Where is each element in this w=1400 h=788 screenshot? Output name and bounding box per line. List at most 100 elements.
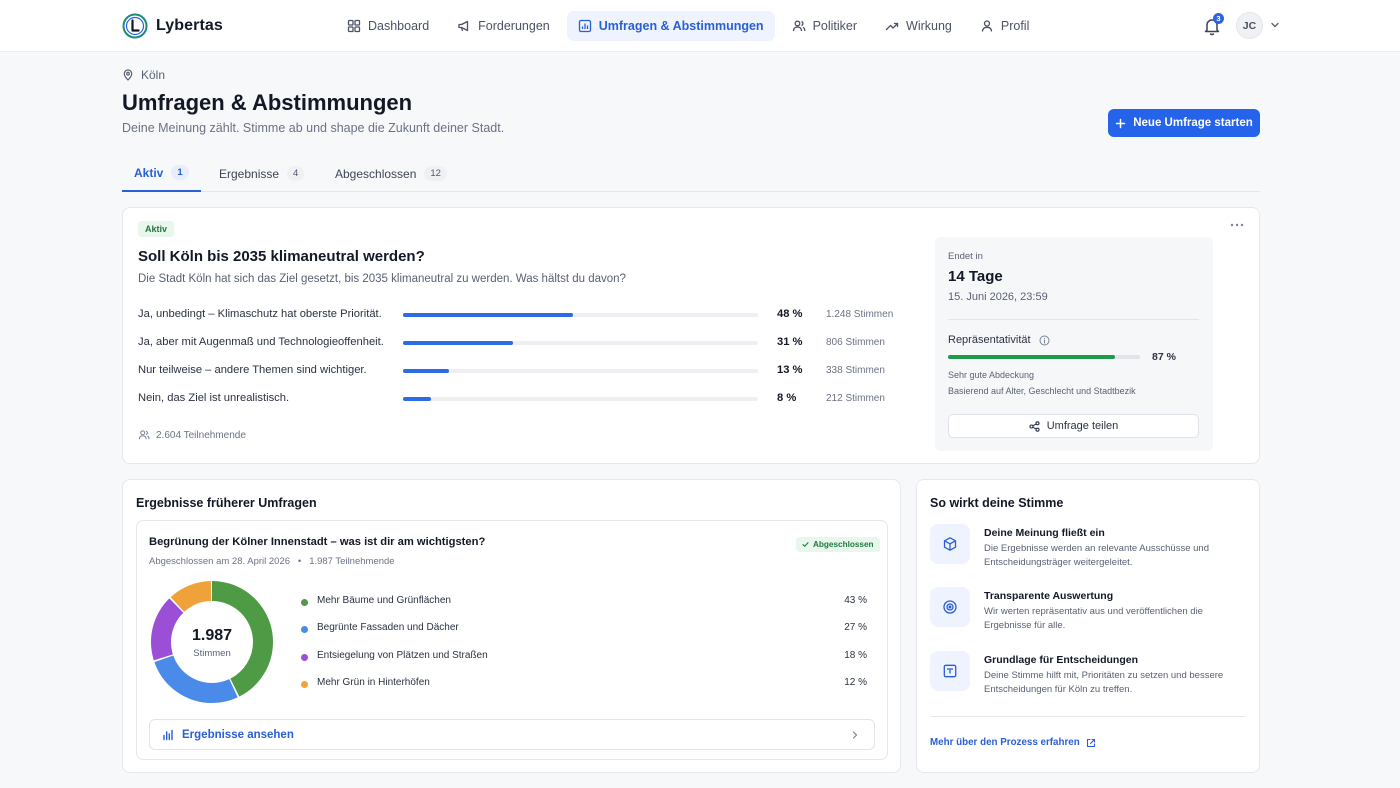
location-label: Köln bbox=[141, 68, 166, 82]
lybertas-logo-icon bbox=[122, 13, 148, 39]
tab-label: Aktiv bbox=[134, 165, 164, 180]
notification-count-badge: 3 bbox=[1213, 13, 1224, 24]
nav-label: Umfragen & Abstimmungen bbox=[598, 19, 764, 33]
past-poll-participants: 1.987 Teilnehmende bbox=[309, 556, 395, 567]
legend-percent: 18 % bbox=[844, 650, 867, 661]
option-progress-track bbox=[403, 397, 758, 401]
users-icon bbox=[792, 20, 806, 32]
impact-icon-box bbox=[930, 524, 970, 564]
legend-dot bbox=[301, 599, 308, 606]
poll-question: Soll Köln bis 2035 klimaneutral werden? bbox=[138, 248, 425, 265]
impact-icon-box bbox=[930, 651, 970, 691]
option-progress-bar bbox=[403, 341, 514, 345]
board-icon bbox=[943, 664, 957, 678]
avatar[interactable]: JC bbox=[1236, 12, 1263, 39]
plus-icon bbox=[1115, 118, 1126, 128]
more-options-icon[interactable] bbox=[1229, 220, 1245, 230]
poll-option[interactable]: Nein, das Ziel ist unrealistisch. 8 % 21… bbox=[138, 392, 918, 406]
chevron-down-icon[interactable] bbox=[1270, 20, 1280, 30]
option-label: Nein, das Ziel ist unrealistisch. bbox=[138, 392, 290, 404]
status-badge: Aktiv bbox=[138, 221, 175, 237]
option-votes: 338 Stimmen bbox=[826, 365, 885, 376]
legend-percent: 12 % bbox=[844, 677, 867, 688]
poll-option[interactable]: Ja, unbedingt – Klimaschutz hat oberste … bbox=[138, 308, 918, 322]
poll-description: Die Stadt Köln hat sich das Ziel gesetzt… bbox=[138, 273, 626, 285]
nav-item-dashboard[interactable]: Dashboard bbox=[336, 11, 440, 41]
representativity-quality: Sehr gute Abdeckung bbox=[948, 370, 1035, 380]
poll-tabs: Aktiv 1 Ergebnisse 4 Abgeschlossen 12 bbox=[122, 155, 1260, 192]
impact-item: Deine Meinung fließt ein Die Ergebnisse … bbox=[930, 524, 1250, 574]
past-poll-question: Begrünung der Kölner Innenstadt – was is… bbox=[149, 536, 486, 548]
impact-title: So wirkt deine Stimme bbox=[930, 496, 1064, 510]
user-icon bbox=[981, 20, 993, 32]
poll-info-panel: Endet in 14 Tage 15. Juni 2026, 23:59 Re… bbox=[935, 237, 1213, 451]
page-title: Umfragen & Abstimmungen bbox=[122, 90, 413, 115]
bar-chart-icon bbox=[163, 729, 173, 740]
nav-item-politiker[interactable]: Politiker bbox=[781, 11, 868, 41]
trend-icon bbox=[885, 22, 899, 31]
new-poll-button-label: Neue Umfrage starten bbox=[1133, 117, 1253, 129]
view-results-label: Ergebnisse ansehen bbox=[182, 728, 294, 741]
process-info-link[interactable]: Mehr über den Prozess erfahren bbox=[930, 737, 1096, 748]
process-link-label: Mehr über den Prozess erfahren bbox=[930, 737, 1080, 748]
legend-label: Mehr Bäume und Grünflächen bbox=[317, 595, 451, 606]
new-poll-button[interactable]: Neue Umfrage starten bbox=[1108, 109, 1260, 137]
divider bbox=[948, 319, 1199, 320]
past-poll-closed-date: Abgeschlossen am 28. April 2026 bbox=[149, 556, 291, 567]
tab-ergebnisse[interactable]: Ergebnisse 4 bbox=[219, 155, 305, 192]
brand[interactable]: Lybertas bbox=[122, 13, 223, 39]
donut-total-label: Stimmen bbox=[193, 648, 231, 659]
nav-label: Wirkung bbox=[906, 19, 952, 33]
page-subtitle: Deine Meinung zählt. Stimme ab und shape… bbox=[122, 121, 505, 135]
tab-aktiv[interactable]: Aktiv 1 bbox=[122, 155, 201, 192]
tab-count-badge: 12 bbox=[424, 166, 447, 181]
chevron-right-icon bbox=[852, 731, 858, 739]
nav-item-umfragen[interactable]: Umfragen & Abstimmungen bbox=[566, 11, 775, 41]
impact-icon-box bbox=[930, 587, 970, 627]
brand-name: Lybertas bbox=[156, 17, 223, 34]
nav-item-wirkung[interactable]: Wirkung bbox=[874, 11, 963, 41]
legend-item: Mehr Bäume und Grünflächen 43 % bbox=[301, 595, 867, 609]
nav-label: Forderungen bbox=[478, 19, 550, 33]
tab-count-badge: 4 bbox=[287, 166, 305, 181]
participants: 2.604 Teilnehmende bbox=[138, 429, 246, 441]
ends-value: 14 Tage bbox=[948, 268, 1003, 285]
option-progress-bar bbox=[403, 397, 432, 401]
nav-label: Profil bbox=[1000, 19, 1030, 33]
poll-option[interactable]: Ja, aber mit Augenmaß und Technologieoff… bbox=[138, 336, 918, 350]
check-icon bbox=[802, 542, 809, 548]
impact-item-text: Wir werten repräsentativ aus und veröffe… bbox=[984, 606, 1203, 631]
option-percent: 31 % bbox=[777, 336, 803, 348]
ends-date: 15. Juni 2026, 23:59 bbox=[948, 291, 1048, 303]
impact-item: Grundlage für Entscheidungen Deine Stimm… bbox=[930, 651, 1250, 701]
view-results-button[interactable]: Ergebnisse ansehen bbox=[149, 719, 875, 750]
external-link-icon bbox=[1086, 738, 1095, 747]
option-percent: 48 % bbox=[777, 308, 803, 320]
share-button-label: Umfrage teilen bbox=[1046, 420, 1119, 432]
closed-status-label: Abgeschlossen bbox=[813, 540, 874, 549]
info-icon[interactable] bbox=[1039, 335, 1050, 346]
donut-total-votes: 1.987 bbox=[191, 627, 233, 644]
active-poll-card: Aktiv Soll Köln bis 2035 klimaneutral we… bbox=[122, 207, 1260, 464]
nav-item-forderungen[interactable]: Forderungen bbox=[446, 11, 561, 41]
past-poll-card: Begrünung der Kölner Innenstadt – was is… bbox=[136, 520, 888, 760]
share-icon bbox=[1029, 420, 1040, 432]
option-percent: 13 % bbox=[777, 364, 803, 376]
tab-count-badge: 1 bbox=[171, 165, 189, 180]
map-pin-icon bbox=[123, 69, 133, 81]
legend-item: Mehr Grün in Hinterhöfen 12 % bbox=[301, 677, 867, 691]
nav-item-profil[interactable]: Profil bbox=[969, 11, 1040, 41]
cube-icon bbox=[943, 537, 957, 551]
share-poll-button[interactable]: Umfrage teilen bbox=[948, 414, 1199, 438]
poll-option[interactable]: Nur teilweise – andere Themen sind wicht… bbox=[138, 364, 918, 378]
tab-abgeschlossen[interactable]: Abgeschlossen 12 bbox=[335, 155, 447, 192]
representativity-percent: 87 % bbox=[1152, 351, 1176, 363]
option-votes: 806 Stimmen bbox=[826, 337, 885, 348]
option-progress-bar bbox=[403, 313, 574, 317]
nav-label: Dashboard bbox=[368, 19, 430, 33]
legend-dot bbox=[301, 654, 308, 661]
divider bbox=[930, 716, 1246, 717]
representativity-basis: Basierend auf Alter, Geschlecht und Stad… bbox=[948, 386, 1136, 396]
representativity-label: Repräsentativität bbox=[948, 334, 1050, 346]
megaphone-icon bbox=[458, 20, 469, 32]
